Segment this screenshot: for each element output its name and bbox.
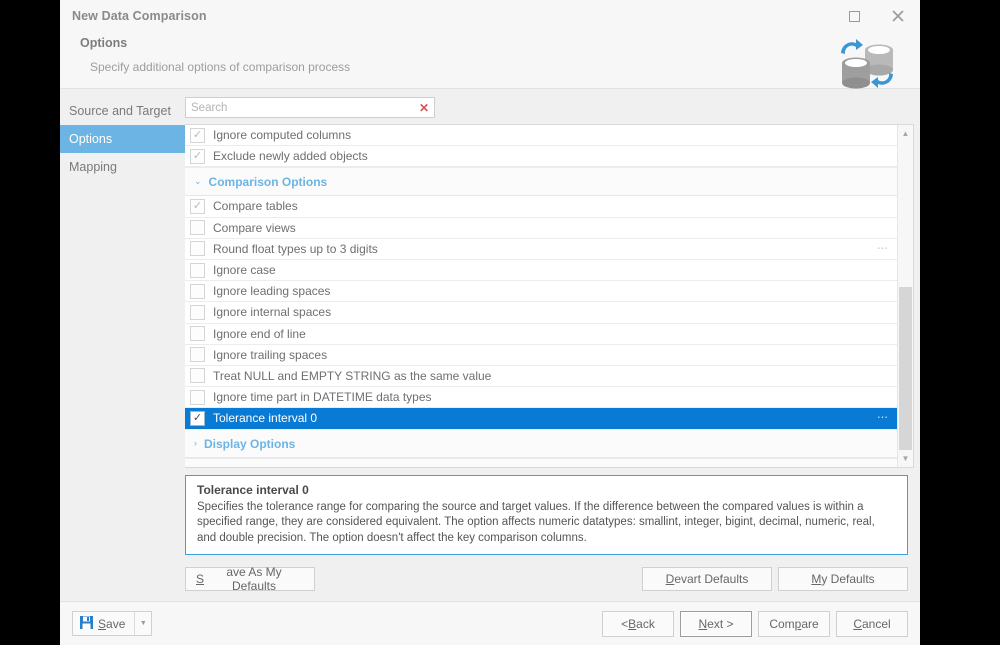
option-label: Ignore leading spaces [213,284,331,299]
sidebar-item-source-and-target[interactable]: Source and Target [60,97,185,125]
option-label: Ignore time part in DATETIME data types [213,390,432,405]
option-label: Ignore trailing spaces [213,347,328,362]
option-row-round-float-types[interactable]: Round float types up to 3 digits ⋯ [185,238,897,260]
checkbox[interactable] [190,262,205,278]
ellipsis-icon[interactable]: ⋯ [877,243,889,254]
options-list: ✓ Ignore computed columns ✓ Exclude newl… [185,124,914,469]
window-controls [832,0,920,32]
option-row-ignore-computed-columns[interactable]: ✓ Ignore computed columns [185,125,897,147]
option-row-ignore-case[interactable]: Ignore case [185,259,897,282]
options-list-inner: ✓ Ignore computed columns ✓ Exclude newl… [185,125,897,468]
checkbox[interactable]: ✓ [190,410,205,426]
description-title: Tolerance interval 0 [197,483,309,498]
page-header: Options Specify additional options of co… [60,32,920,89]
page-title: Options [80,36,128,50]
scrollbar-track[interactable] [898,142,913,451]
compare-button[interactable]: Com p are [758,610,830,637]
sidebar-item-options[interactable]: Options [60,125,185,153]
description-text: Specifies the tolerance range for compar… [197,501,875,544]
option-label: Ignore internal spaces [213,305,332,320]
next-button[interactable]: Next > [680,610,752,637]
checkbox[interactable]: ✓ [190,127,205,143]
checkbox[interactable] [190,368,205,384]
description-panel: Tolerance interval 0 Specifies the toler… [185,475,908,555]
sidebar: Source and Target Options Mapping [60,89,185,601]
option-label: Ignore case [213,263,276,278]
footer-toolbar: Save ▼ < Back Next > Com p are Cancel [60,601,920,645]
sidebar-item-label: Mapping [69,160,117,174]
my-defaults-button[interactable]: My Defaults [778,567,908,591]
options-list-scrollbar[interactable]: ▲ ▼ [897,125,913,468]
option-row-tolerance-interval[interactable]: ✓ Tolerance interval 0 ⋯ [185,408,897,430]
page-subtitle: Specify additional options of comparison… [90,60,351,74]
scrollbar-thumb[interactable] [899,286,912,451]
checkbox[interactable]: ✓ [190,148,205,164]
save-button-group[interactable]: Save ▼ [72,611,153,636]
save-button-label: Save [98,616,126,631]
scroll-down-icon[interactable]: ▼ [898,450,913,467]
chevron-down-icon: ⌄ [194,176,202,187]
defaults-button-row: Save As My Defaults Devart Defaults My D… [185,555,914,601]
checkbox[interactable] [190,389,205,405]
save-button[interactable]: Save [73,612,134,635]
cancel-button[interactable]: Cancel [836,610,908,637]
option-row-treat-null-and-empty-string[interactable]: Treat NULL and EMPTY STRING as the same … [185,365,897,388]
option-row-compare-views[interactable]: Compare views [185,217,897,239]
option-label: Tolerance interval 0 [213,411,318,426]
sidebar-item-mapping[interactable]: Mapping [60,153,185,181]
chevron-right-icon: › [194,438,197,449]
save-dropdown-icon[interactable]: ▼ [134,612,151,635]
group-title: Display Options [204,436,296,451]
checkbox[interactable] [190,304,205,320]
option-label: Round float types up to 3 digits [213,241,378,256]
option-label: Ignore computed columns [213,128,352,143]
search-input[interactable] [186,98,434,118]
checkbox[interactable] [190,241,205,257]
option-label: Ignore end of line [213,326,306,341]
option-row-ignore-internal-spaces[interactable]: Ignore internal spaces [185,302,897,324]
sidebar-item-label: Options [69,132,113,146]
sidebar-item-label: Source and Target [69,104,171,118]
dialog-body: Source and Target Options Mapping ✕ ✓ [60,89,920,601]
group-header-display-options[interactable]: › Display Options [185,429,897,459]
navigation-buttons: < Back Next > Com p are Cancel [602,610,908,637]
maximize-icon[interactable] [832,0,876,32]
close-icon[interactable] [876,0,920,32]
option-row-ignore-end-of-line[interactable]: Ignore end of line [185,323,897,345]
checkbox[interactable] [190,220,205,236]
title-bar: New Data Comparison [60,0,920,32]
list-spacer [185,458,897,468]
option-label: Exclude newly added objects [213,149,368,164]
option-label: Compare views [213,220,296,235]
checkbox[interactable] [190,326,205,342]
option-label: Compare tables [213,199,298,214]
database-sync-icon [836,36,898,90]
back-button[interactable]: < Back [602,610,674,637]
scroll-up-icon[interactable]: ▲ [898,125,913,142]
option-row-ignore-leading-spaces[interactable]: Ignore leading spaces [185,281,897,303]
ellipsis-icon[interactable]: ⋯ [877,412,889,424]
option-row-ignore-time-part-datetime[interactable]: Ignore time part in DATETIME data types [185,387,897,409]
option-label: Treat NULL and EMPTY STRING as the same … [213,368,492,383]
group-header-comparison-options[interactable]: ⌄ Comparison Options [185,167,897,197]
clear-icon[interactable]: ✕ [419,102,429,114]
search-box[interactable]: ✕ [185,97,435,118]
checkbox[interactable] [190,283,205,299]
search-row: ✕ [185,89,914,124]
option-row-exclude-newly-added-objects[interactable]: ✓ Exclude newly added objects [185,146,897,168]
option-row-ignore-trailing-spaces[interactable]: Ignore trailing spaces [185,344,897,366]
save-as-my-defaults-button[interactable]: Save As My Defaults [185,565,315,593]
window-title: New Data Comparison [72,9,207,23]
options-panel: ✕ ✓ Ignore computed columns ✓ Exclude ne… [185,89,920,601]
checkbox[interactable] [190,347,205,363]
checkbox[interactable]: ✓ [190,198,205,214]
option-row-compare-tables[interactable]: ✓ Compare tables [185,196,897,218]
group-title: Comparison Options [208,174,328,189]
dialog-window: New Data Comparison Options Specify addi… [60,0,920,645]
devart-defaults-button[interactable]: Devart Defaults [642,567,772,591]
save-floppy-icon [80,615,93,632]
